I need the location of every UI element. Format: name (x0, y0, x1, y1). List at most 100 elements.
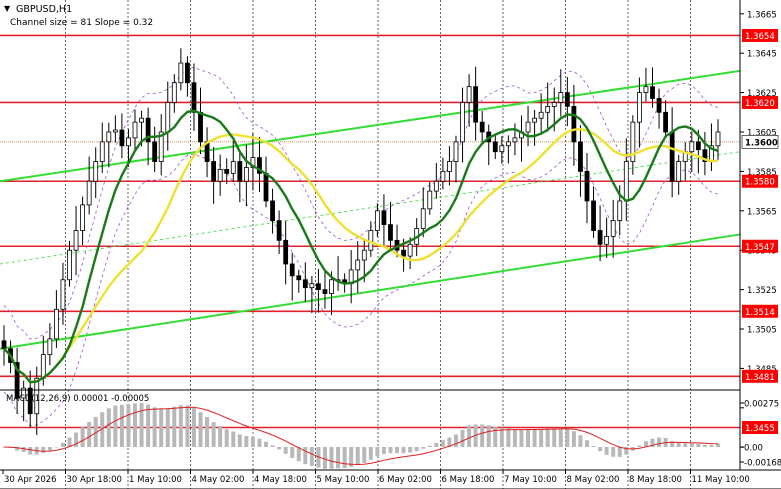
price-tick-label: 1.3505 (747, 326, 777, 336)
price-tick-label: 1.3665 (747, 10, 777, 20)
level-label-text: 1.3455 (745, 424, 775, 434)
candle-body (597, 230, 603, 245)
candle-body (512, 137, 518, 143)
macd-bar (598, 447, 603, 452)
candle-body (551, 102, 557, 107)
candle-body (663, 111, 668, 133)
time-tick-label: 5 May 10:00 (317, 475, 370, 485)
candle-body (230, 161, 236, 174)
macd-bar (329, 447, 334, 469)
candle-body (388, 224, 393, 241)
macd-bar (119, 404, 124, 447)
macd-bar (421, 447, 426, 449)
candle-body (479, 121, 485, 133)
chart-type-arrow[interactable]: ▼ (4, 4, 11, 13)
macd-bar (434, 442, 439, 447)
time-tick-label: 11 May 10:00 (692, 475, 750, 485)
level-label-text: 1.3620 (745, 99, 775, 109)
price-tick-label: 1.3565 (747, 207, 777, 217)
macd-bar (552, 428, 557, 447)
candle-body (152, 141, 158, 162)
macd-bar (571, 431, 576, 447)
candle-body (571, 105, 577, 143)
candle-body (401, 249, 406, 257)
candle-body (40, 354, 46, 379)
macd-bar (198, 412, 203, 447)
candle-body (656, 98, 662, 113)
candle-body (99, 141, 105, 162)
candle-body (185, 62, 190, 84)
macd-bar (519, 429, 524, 447)
macd-bar (172, 406, 177, 447)
candle-body (86, 180, 92, 206)
macd-bar (211, 422, 216, 447)
candle-body (224, 169, 230, 174)
chart-window[interactable]: ▼ GBPUSD,H1 Channel size = 81 Slope = 0.… (0, 0, 781, 489)
macd-bar (185, 405, 190, 447)
candle-body (538, 111, 544, 119)
macd-bar (270, 445, 275, 447)
macd-bar (558, 427, 563, 447)
macd-bar (499, 427, 504, 447)
candle-body (466, 86, 472, 103)
macd-bar (689, 443, 694, 447)
symbol-label: GBPUSD,H1 (16, 4, 72, 15)
macd-bar (290, 447, 295, 458)
candle-body (617, 200, 623, 222)
macd-bar (486, 425, 491, 447)
macd-bar (716, 444, 720, 447)
candle-body (47, 338, 53, 356)
time-tick-label: 8 May 02:00 (567, 475, 620, 485)
candle-body (67, 249, 72, 281)
macd-bar (152, 407, 157, 447)
macd-bar (460, 429, 465, 447)
candle-body (1, 340, 7, 350)
macd-bar (591, 445, 596, 447)
candle-body (427, 190, 433, 210)
macd-bar (532, 429, 537, 447)
candle-body (60, 279, 66, 310)
macd-bar (493, 426, 498, 447)
time-tick-label: 6 May 02:00 (379, 475, 432, 485)
candle-body (139, 117, 144, 123)
candle-body (243, 167, 249, 182)
macd-bar (453, 434, 458, 447)
time-tick-label: 8 May 18:00 (629, 475, 682, 485)
candle-body (374, 210, 380, 231)
candle-body (564, 92, 570, 107)
candle-body (316, 283, 321, 291)
macd-bar (584, 440, 589, 447)
candle-body (604, 236, 610, 245)
macd-bar (657, 437, 662, 447)
macd-bar (277, 447, 282, 450)
candle-body (283, 239, 289, 265)
macd-bar (336, 447, 341, 469)
macd-bar (113, 405, 118, 447)
candle-body (119, 129, 125, 147)
candle-body (584, 170, 590, 202)
macd-bar (133, 403, 138, 447)
macd-bar (303, 447, 308, 465)
macd-bar (264, 441, 269, 447)
candle-body (368, 230, 374, 251)
macd-bar (565, 428, 570, 447)
candle-body (80, 204, 86, 231)
macd-bar (47, 447, 52, 451)
time-tick-label: 1 May 10:00 (129, 475, 182, 485)
macd-bar (178, 405, 183, 447)
time-tick-label: 30 Apr 2026 (4, 475, 57, 485)
macd-bar (696, 443, 701, 447)
candle-body (211, 161, 217, 182)
candle-body (505, 141, 511, 147)
time-tick-label: 6 May 18:00 (442, 475, 495, 485)
candle-body (669, 131, 675, 182)
macd-bar (512, 429, 517, 447)
level-label-text: 1.3654 (745, 32, 775, 42)
macd-bar (427, 445, 432, 447)
candle-body (302, 279, 308, 289)
macd-bar (401, 447, 406, 454)
candle-body (473, 86, 479, 123)
candle-body (322, 289, 328, 294)
candle-body (296, 275, 302, 281)
macd-bar (322, 447, 327, 469)
